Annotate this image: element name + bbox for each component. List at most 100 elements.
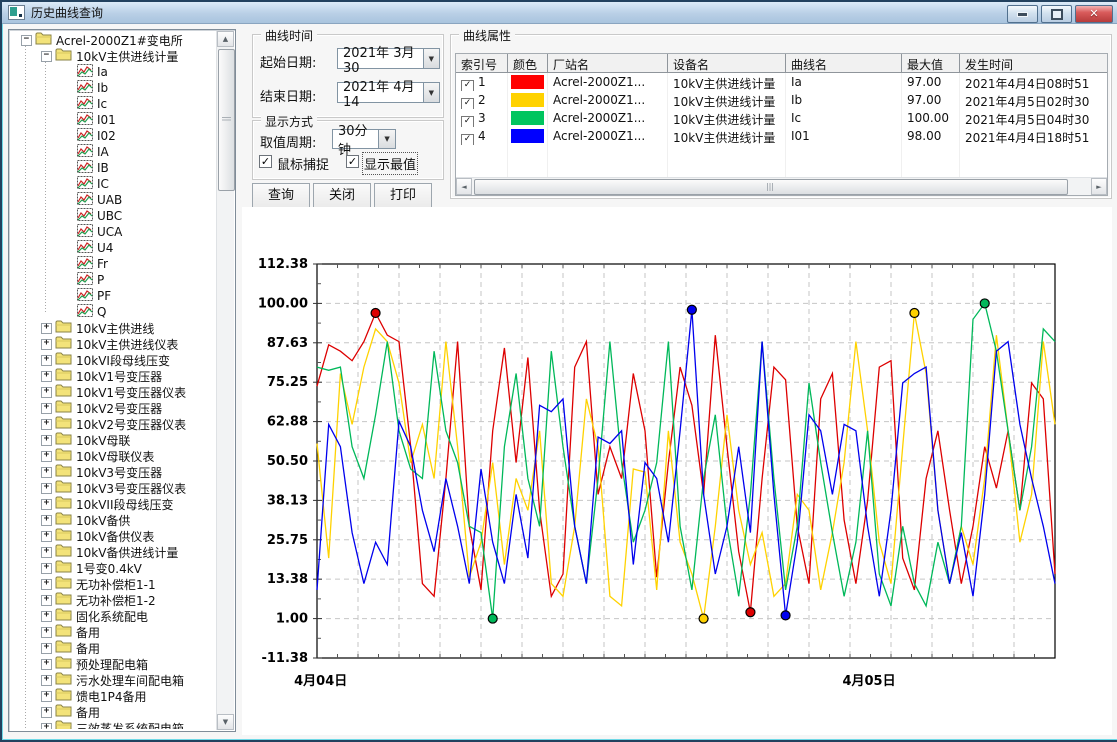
tree-item-curve[interactable]: PF [11,288,216,304]
curve-table-row[interactable]: ✓2Acrel-2000Z1...10kV主供进线计量Ib97.002021年4… [456,91,1107,109]
expand-icon[interactable]: + [41,355,52,366]
expand-icon[interactable]: + [41,499,52,510]
tree-item-folder[interactable]: +备用 [11,704,216,720]
print-button[interactable]: 打印 [374,183,432,208]
tree-item-folder[interactable]: +10kV母联仪表 [11,448,216,464]
curve-visible-checkbox[interactable]: ✓ [461,98,474,109]
collapse-icon[interactable]: − [21,35,32,46]
tree-item-curve[interactable]: Ic [11,96,216,112]
curve-visible-checkbox[interactable]: ✓ [461,116,474,127]
expand-icon[interactable]: + [41,595,52,606]
expand-icon[interactable]: + [41,707,52,718]
show-extremes-checkbox[interactable]: ✓ [346,155,359,168]
scroll-down-icon[interactable]: ▼ [217,714,234,730]
query-button[interactable]: 查询 [252,183,310,208]
period-select[interactable]: 30分钟 ▼ [332,129,396,149]
trend-chart[interactable]: 112.38100.0087.6375.2562.8850.5038.1325.… [242,207,1112,735]
title-bar[interactable]: 历史曲线查询 [2,2,1117,24]
expand-icon[interactable]: + [41,515,52,526]
tree-scrollbar-thumb[interactable] [218,49,235,191]
tree-item-folder[interactable]: +10kV备供 [11,512,216,528]
tree-item-curve[interactable]: I02 [11,128,216,144]
expand-icon[interactable]: + [41,371,52,382]
table-column-header[interactable]: 曲线名 [786,54,902,73]
table-hscrollbar-thumb[interactable] [474,179,1068,195]
tree-item-folder[interactable]: +10kVII段母线压变 [11,496,216,512]
maximize-button[interactable] [1041,5,1072,23]
minimize-button[interactable] [1007,5,1038,23]
period-dropdown-icon[interactable]: ▼ [378,130,395,148]
end-date-picker[interactable]: 2021年 4月14 ▼ [337,82,440,103]
tree-item-folder[interactable]: +固化系统配电 [11,608,216,624]
expand-icon[interactable]: + [41,323,52,334]
tree-item-curve[interactable]: IA [11,144,216,160]
expand-icon[interactable]: + [41,467,52,478]
expand-icon[interactable]: + [41,531,52,542]
collapse-icon[interactable]: − [41,51,52,62]
tree-item-curve[interactable]: P [11,272,216,288]
tree-item-curve[interactable]: IB [11,160,216,176]
expand-icon[interactable]: + [41,675,52,686]
device-tree[interactable]: −Acrel-2000Z1#变电所−10kV主供进线计量IaIbIcI01I02… [11,32,216,729]
table-hscrollbar[interactable]: ◄ ► [456,177,1107,195]
tree-item-folder[interactable]: +10kV2号变压器仪表 [11,416,216,432]
expand-icon[interactable]: + [41,547,52,558]
tree-item-folder[interactable]: +馈电1P4备用 [11,688,216,704]
tree-item-folder[interactable]: +10kV1号变压器仪表 [11,384,216,400]
expand-icon[interactable]: + [41,451,52,462]
tree-item-folder[interactable]: +10kV3号变压器仪表 [11,480,216,496]
table-column-header[interactable]: 索引号 [456,54,508,73]
tree-item-folder[interactable]: +备用 [11,624,216,640]
end-date-dropdown-icon[interactable]: ▼ [423,83,439,102]
curve-table-row[interactable]: ✓3Acrel-2000Z1...10kV主供进线计量Ic100.002021年… [456,109,1107,127]
tree-item-folder[interactable]: +10kV母联 [11,432,216,448]
expand-icon[interactable]: + [41,611,52,622]
tree-item-folder[interactable]: +10kVI段母线压变 [11,352,216,368]
start-date-dropdown-icon[interactable]: ▼ [423,49,439,68]
table-column-header[interactable]: 厂站名 [548,54,668,73]
expand-icon[interactable]: + [41,691,52,702]
tree-item-curve[interactable]: UBC [11,208,216,224]
mouse-capture-checkbox[interactable]: ✓ [259,155,272,168]
tree-item-folder[interactable]: +备用 [11,640,216,656]
tree-item-curve[interactable]: U4 [11,240,216,256]
expand-icon[interactable]: + [41,339,52,350]
expand-icon[interactable]: + [41,435,52,446]
curve-visible-checkbox[interactable]: ✓ [461,80,474,91]
tree-item-folder[interactable]: +无功补偿柜1-2 [11,592,216,608]
tree-item-folder[interactable]: +10kV备供进线计量 [11,544,216,560]
tree-item-folder[interactable]: +10kV主供进线仪表 [11,336,216,352]
scroll-left-icon[interactable]: ◄ [456,178,472,195]
tree-item-curve[interactable]: Fr [11,256,216,272]
curve-table-row[interactable]: ✓4Acrel-2000Z1...10kV主供进线计量I0198.002021年… [456,127,1107,145]
scroll-right-icon[interactable]: ► [1091,178,1107,195]
tree-item-folder[interactable]: +10kV2号变压器 [11,400,216,416]
tree-item-folder[interactable]: +10kV备供仪表 [11,528,216,544]
expand-icon[interactable]: + [41,387,52,398]
expand-icon[interactable]: + [41,419,52,430]
tree-item-curve[interactable]: I01 [11,112,216,128]
tree-item-curve[interactable]: Ia [11,64,216,80]
tree-item-curve[interactable]: Q [11,304,216,320]
close-button[interactable]: ✕ [1075,5,1113,23]
tree-item-folder[interactable]: +无功补偿柜1-1 [11,576,216,592]
close-window-button[interactable]: 关闭 [313,183,371,208]
table-column-header[interactable]: 发生时间 [960,54,1108,73]
tree-item-folder[interactable]: +污水处理车间配电箱 [11,672,216,688]
trend-chart-area[interactable]: 112.38100.0087.6375.2562.8850.5038.1325.… [242,207,1112,735]
tree-item-folder[interactable]: +预处理配电箱 [11,656,216,672]
expand-icon[interactable]: + [41,483,52,494]
expand-icon[interactable]: + [41,403,52,414]
tree-item-curve[interactable]: IC [11,176,216,192]
tree-item-folder[interactable]: +10kV3号变压器 [11,464,216,480]
start-date-picker[interactable]: 2021年 3月30 ▼ [337,48,440,69]
expand-icon[interactable]: + [41,659,52,670]
tree-item-folder[interactable]: −Acrel-2000Z1#变电所 [11,32,216,48]
tree-item-curve[interactable]: Ib [11,80,216,96]
curve-table-row[interactable]: ✓1Acrel-2000Z1...10kV主供进线计量Ia97.002021年4… [456,73,1107,91]
tree-item-curve[interactable]: UAB [11,192,216,208]
expand-icon[interactable]: + [41,723,52,730]
table-column-header[interactable]: 最大值 [902,54,960,73]
curve-visible-checkbox[interactable]: ✓ [461,134,474,145]
tree-item-folder[interactable]: −10kV主供进线计量 [11,48,216,64]
